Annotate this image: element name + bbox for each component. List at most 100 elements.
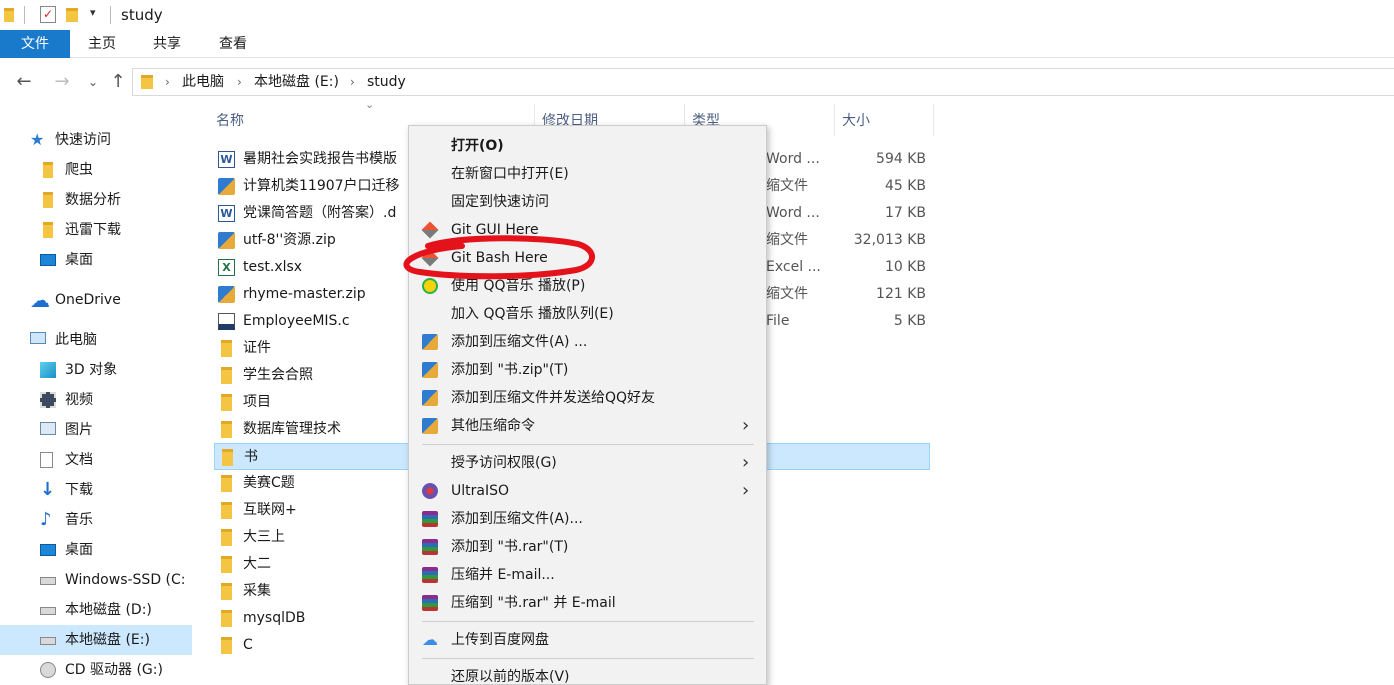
- tab-share[interactable]: 共享: [136, 30, 198, 58]
- sidebar-item-label: CD 驱动器 (G:): [65, 662, 163, 678]
- tab-home[interactable]: 主页: [72, 30, 132, 58]
- sidebar-item[interactable]: 3D 对象: [0, 355, 192, 385]
- menu-item-label: 添加到 "书.zip"(T): [451, 362, 569, 378]
- chevron-right-icon: ›: [165, 75, 170, 89]
- sidebar-item[interactable]: 迅雷下载: [0, 215, 192, 245]
- download-icon: ↓: [40, 479, 56, 500]
- folder-icon: [221, 529, 232, 546]
- sidebar-item-label: 本地磁盘 (D:): [65, 602, 152, 618]
- file-size: 5 KB: [893, 313, 926, 329]
- navigation-bar: ← → ⌄ ↑ › 此电脑 › 本地磁盘 (E:) › study: [0, 66, 1394, 98]
- sidebar-item[interactable]: 图片: [0, 415, 192, 445]
- desktop-icon: [40, 544, 56, 556]
- menu-item-label: 上传到百度网盘: [451, 632, 549, 648]
- menu-item[interactable]: 固定到快速访问: [409, 188, 766, 216]
- column-header-size[interactable]: 大小: [842, 106, 870, 136]
- file-name: 互联网+: [243, 502, 297, 518]
- menu-item[interactable]: 添加到 "书.zip"(T): [409, 356, 766, 384]
- sidebar-item[interactable]: 爬虫: [0, 155, 192, 185]
- submenu-chevron-icon: ›: [742, 415, 750, 436]
- address-bar[interactable]: › 此电脑 › 本地磁盘 (E:) › study: [132, 68, 1394, 96]
- menu-item-label: 加入 QQ音乐 播放队列(E): [451, 306, 614, 322]
- star-icon: ★: [30, 130, 45, 149]
- menu-item[interactable]: 在新窗口中打开(E): [409, 160, 766, 188]
- sidebar-item[interactable]: ☁ OneDrive: [0, 285, 192, 315]
- folder-icon: [43, 192, 53, 208]
- file-type: 缩文件: [766, 178, 808, 194]
- sidebar-item[interactable]: ♪ 音乐: [0, 505, 192, 535]
- menu-item[interactable]: 添加到压缩文件(A)...: [409, 505, 766, 533]
- folder-icon: [141, 75, 153, 89]
- file-name: 证件: [243, 340, 271, 356]
- column-header-name[interactable]: 名称: [216, 106, 244, 136]
- menu-item[interactable]: 压缩到 "书.rar" 并 E-mail: [409, 589, 766, 617]
- file-size: 17 KB: [884, 205, 926, 221]
- breadcrumb-study[interactable]: study: [367, 69, 406, 95]
- rar-icon: [422, 595, 438, 611]
- file-name: 计算机类11907户口迁移: [243, 178, 400, 194]
- sidebar-item-label: 音乐: [65, 512, 93, 528]
- up-arrow-icon[interactable]: ↑: [106, 66, 130, 98]
- folder-icon: [4, 8, 14, 22]
- menu-item[interactable]: ☁ 上传到百度网盘: [409, 626, 766, 654]
- breadcrumb-drive-e[interactable]: 本地磁盘 (E:): [254, 69, 339, 95]
- menu-item[interactable]: 加入 QQ音乐 播放队列(E): [409, 300, 766, 328]
- folder-icon: [221, 367, 232, 384]
- menu-item-label: 打开(O): [451, 138, 504, 154]
- breadcrumb-this-pc[interactable]: 此电脑: [182, 69, 224, 95]
- menu-item[interactable]: 添加到压缩文件(A) ...: [409, 328, 766, 356]
- sidebar-item[interactable]: 桌面: [0, 245, 192, 275]
- sidebar-item[interactable]: 本地磁盘 (E:): [0, 625, 192, 655]
- new-folder-icon[interactable]: [66, 8, 78, 22]
- sidebar-item-label: 快速访问: [55, 132, 111, 148]
- menu-item[interactable]: 还原以前的版本(V): [409, 663, 766, 685]
- sidebar-item[interactable]: 数据分析: [0, 185, 192, 215]
- sidebar-item-label: Windows-SSD (C:: [65, 572, 186, 588]
- file-size: 45 KB: [884, 178, 926, 194]
- menu-item[interactable]: 授予访问权限(G) ›: [409, 449, 766, 477]
- customize-toolbar-icon[interactable]: ▾: [90, 6, 96, 19]
- menu-item[interactable]: 压缩并 E-mail...: [409, 561, 766, 589]
- file-list: ⌄ 名称 修改日期 类型 大小 W 暑期社会实践报告书模版 Word ... 594 …: [192, 98, 1394, 680]
- file-size: 594 KB: [876, 151, 926, 167]
- file-name: 大二: [243, 556, 271, 572]
- menu-item-label: 其他压缩命令: [451, 418, 535, 434]
- desktop-icon: [40, 254, 56, 266]
- file-size: 121 KB: [876, 286, 926, 302]
- file-name: test.xlsx: [243, 259, 303, 275]
- folder-icon: [221, 556, 232, 573]
- menu-item[interactable]: 添加到 "书.rar"(T): [409, 533, 766, 561]
- menu-item[interactable]: UltraISO ›: [409, 477, 766, 505]
- sidebar-item[interactable]: 视频: [0, 385, 192, 415]
- sidebar-item[interactable]: Windows-SSD (C:: [0, 565, 192, 595]
- file-name: 项目: [243, 394, 271, 410]
- back-arrow-icon[interactable]: ←: [10, 66, 38, 98]
- properties-icon[interactable]: ✓: [40, 6, 56, 23]
- sidebar-item[interactable]: ↓ 下载: [0, 475, 192, 505]
- sort-chevron-icon: ⌄: [365, 98, 375, 111]
- menu-item[interactable]: 打开(O): [409, 132, 766, 160]
- cube-icon: [40, 362, 56, 378]
- recent-locations-chevron-icon[interactable]: ⌄: [84, 66, 102, 98]
- menu-item[interactable]: 添加到压缩文件并发送给QQ好友: [409, 384, 766, 412]
- file-name: 暑期社会实践报告书模版: [243, 151, 397, 167]
- sidebar-item[interactable]: CD 驱动器 (G:): [0, 655, 192, 685]
- forward-arrow-icon[interactable]: →: [48, 66, 76, 98]
- c-file-icon: [218, 313, 235, 330]
- sidebar-item[interactable]: ★ 快速访问: [0, 125, 192, 155]
- file-type: File: [766, 313, 790, 329]
- menu-item-label: 还原以前的版本(V): [451, 669, 570, 685]
- sidebar-item[interactable]: 文档: [0, 445, 192, 475]
- film-icon: [40, 392, 56, 408]
- sidebar-item[interactable]: 此电脑: [0, 325, 192, 355]
- menu-item-label: 添加到 "书.rar"(T): [451, 539, 569, 555]
- sidebar-item-label: 本地磁盘 (E:): [65, 632, 150, 648]
- menu-item-label: 授予访问权限(G): [451, 455, 557, 471]
- sidebar-item[interactable]: 桌面: [0, 535, 192, 565]
- sidebar-item[interactable]: 本地磁盘 (D:): [0, 595, 192, 625]
- tab-file[interactable]: 文件: [0, 30, 70, 58]
- file-name: 书: [244, 449, 258, 465]
- folder-icon: [221, 421, 232, 438]
- menu-item[interactable]: 其他压缩命令 ›: [409, 412, 766, 440]
- tab-view[interactable]: 查看: [202, 30, 264, 58]
